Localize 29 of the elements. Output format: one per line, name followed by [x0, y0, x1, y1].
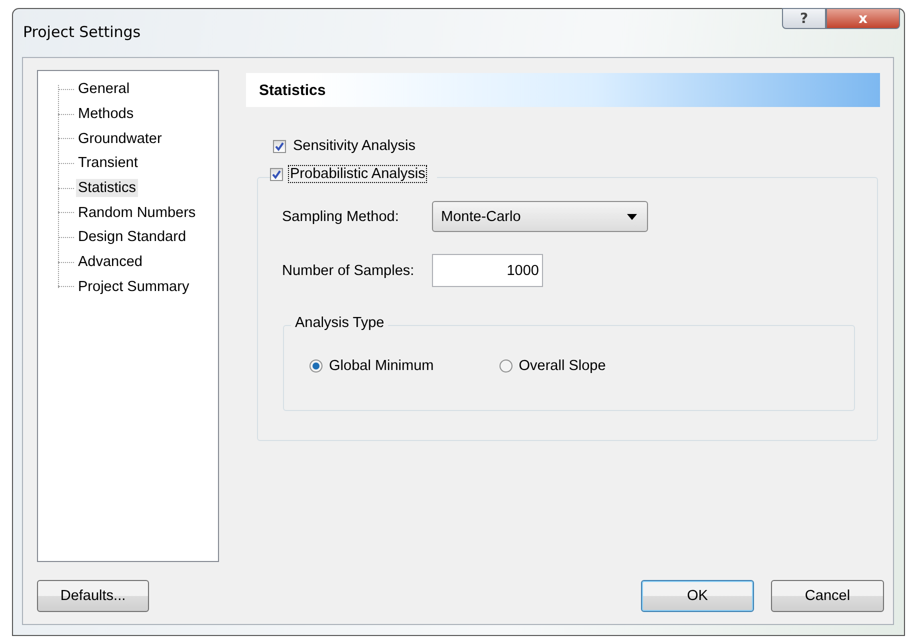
checkbox-label[interactable]: Probabilistic Analysis [288, 165, 428, 183]
help-button[interactable]: ? [782, 8, 826, 29]
tree-item[interactable]: Design Standard [76, 228, 188, 246]
radio-button[interactable] [498, 359, 513, 373]
checkbox[interactable] [270, 168, 283, 180]
dialog-button[interactable]: Defaults... [37, 580, 149, 612]
window-title: Project Settings [23, 23, 141, 41]
field-label: Number of Samples: [282, 262, 416, 278]
dropdown-arrow-icon [627, 214, 637, 220]
radio-button[interactable] [309, 359, 323, 373]
samples-field[interactable]: 1000 [432, 254, 543, 287]
group-label: Analysis Type [291, 315, 388, 331]
section-title: Statistics [259, 82, 326, 98]
tree-item[interactable]: Methods [76, 105, 136, 124]
sampling-dropdown[interactable]: Monte-Carlo [432, 201, 648, 232]
dialog-button[interactable]: Cancel [771, 580, 884, 612]
checkbox[interactable] [273, 140, 286, 152]
tree-item[interactable]: Groundwater [76, 130, 164, 148]
checkbox-label[interactable]: Sensitivity Analysis [291, 137, 418, 155]
tree-item[interactable]: Advanced [76, 253, 144, 272]
tree-item[interactable]: Random Numbers [76, 204, 198, 222]
tree-item[interactable]: Statistics [76, 179, 138, 198]
field-label: Sampling Method: [282, 208, 400, 224]
dialog-button[interactable]: OK [641, 580, 754, 612]
radio-label[interactable]: Global Minimum [329, 358, 434, 374]
tree-item[interactable]: General [76, 80, 132, 98]
tree-item[interactable]: Transient [76, 154, 140, 172]
radio-label[interactable]: Overall Slope [518, 358, 606, 374]
tree-item[interactable]: Project Summary [76, 278, 192, 296]
